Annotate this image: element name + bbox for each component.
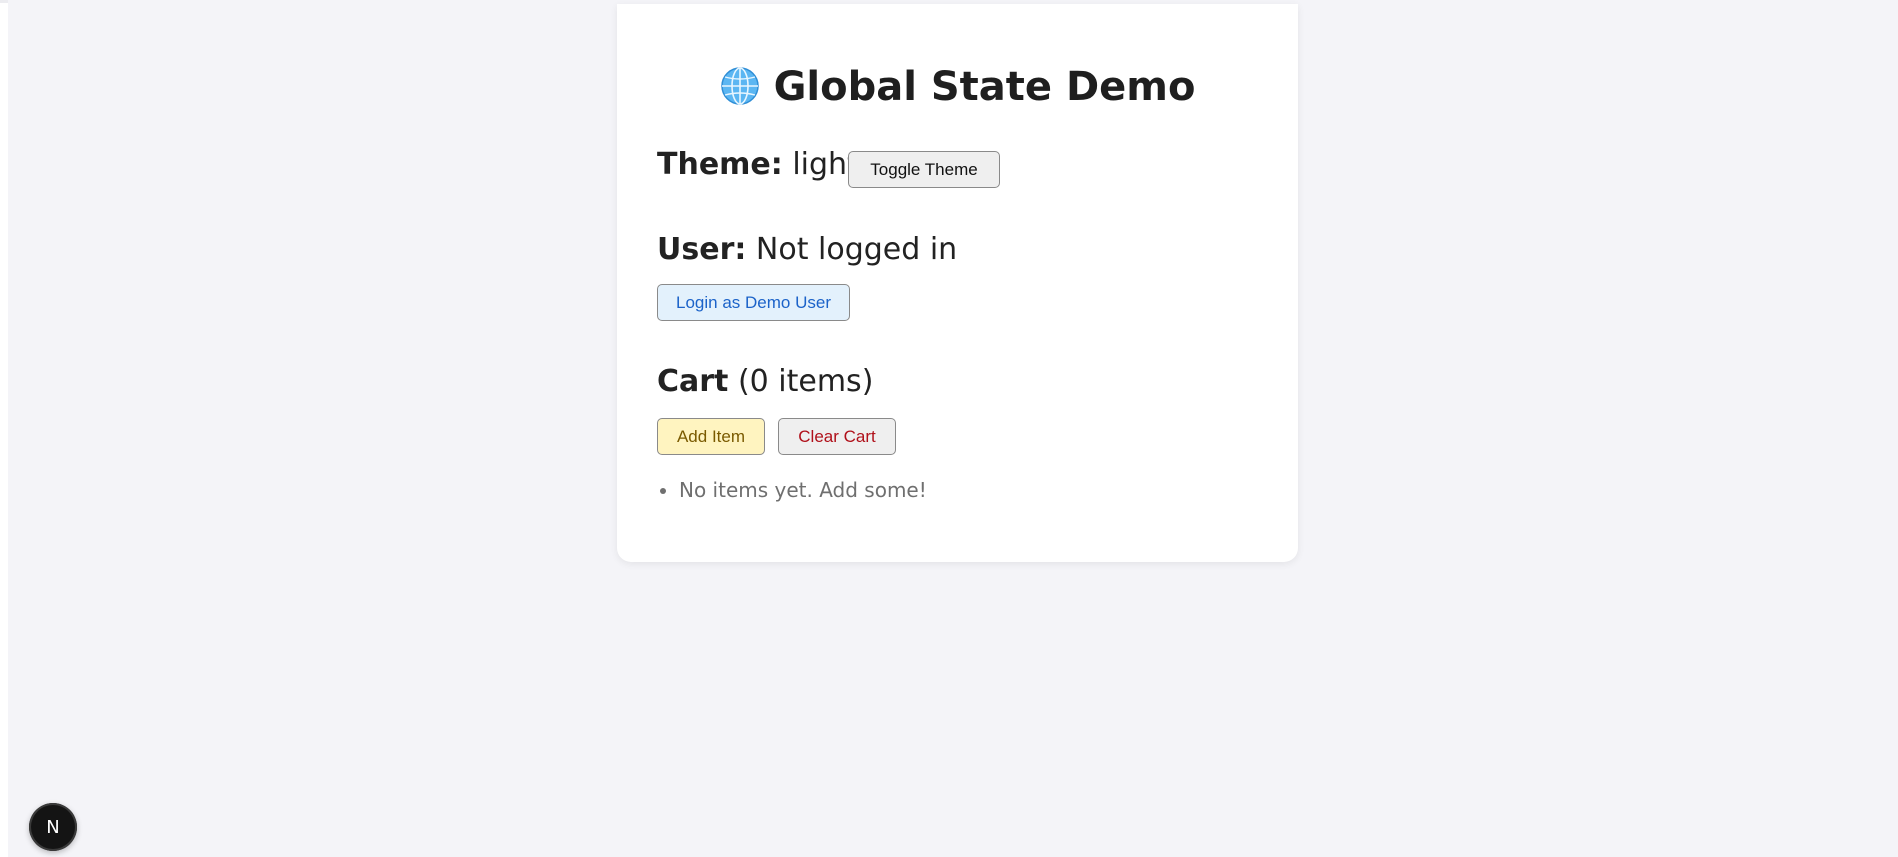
nextjs-dev-badge[interactable]: N xyxy=(29,803,77,851)
cart-count: (0 items) xyxy=(737,364,874,399)
page-viewport: Global State Demo Theme: light Toggle Th… xyxy=(8,0,1898,857)
demo-card: Global State Demo Theme: light Toggle Th… xyxy=(617,4,1298,562)
cart-heading: Cart (0 items) xyxy=(657,364,873,399)
nextjs-logo-icon: N xyxy=(46,817,59,838)
theme-row: Theme: light xyxy=(657,147,859,182)
login-demo-user-button[interactable]: Login as Demo User xyxy=(657,284,850,321)
user-value: Not logged in xyxy=(755,232,958,267)
list-item: No items yet. Add some! xyxy=(679,478,927,502)
page-title-text: Global State Demo xyxy=(773,64,1196,110)
globe-icon xyxy=(720,67,759,105)
cart-label: Cart xyxy=(657,364,729,399)
page-title: Global State Demo xyxy=(617,64,1298,110)
user-label: User: xyxy=(657,232,747,267)
user-row: User: Not logged in xyxy=(657,232,957,267)
svg-text:N: N xyxy=(46,817,59,838)
add-item-button[interactable]: Add Item xyxy=(657,418,765,455)
cart-items-list: No items yet. Add some! xyxy=(657,478,927,502)
toggle-theme-button[interactable]: Toggle Theme xyxy=(848,151,1000,188)
clear-cart-button[interactable]: Clear Cart xyxy=(778,418,896,455)
theme-label: Theme: xyxy=(657,147,783,182)
